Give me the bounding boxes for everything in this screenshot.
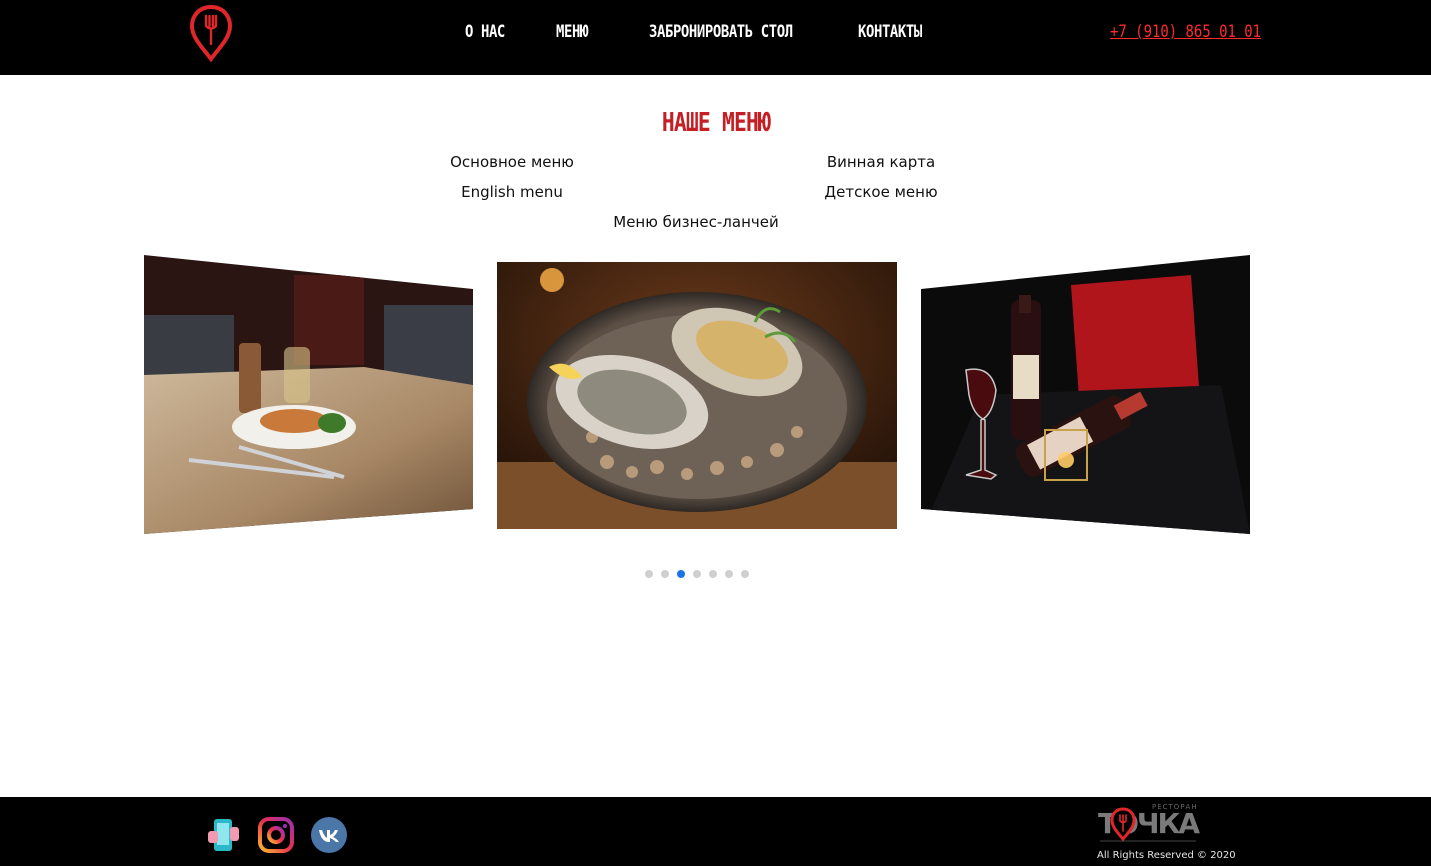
site-header: О НАС МЕНЮ ЗАБРОНИРОВАТЬ СТОЛ КОНТАКТЫ +… — [0, 0, 1431, 75]
menu-link-kids[interactable]: Детское меню — [771, 183, 991, 201]
app-icon[interactable] — [206, 817, 242, 853]
carousel-dot[interactable] — [693, 570, 701, 578]
instagram-icon[interactable] — [258, 817, 294, 853]
nav-item-menu[interactable]: МЕНЮ — [556, 22, 588, 42]
nav-item-contacts[interactable]: КОНТАКТЫ — [858, 22, 922, 42]
brand-logo[interactable]: РЕСТОРАН ТОЧКА — [1096, 803, 1200, 847]
slide-oysters[interactable] — [497, 262, 897, 529]
nav-item-about[interactable]: О НАС — [465, 22, 505, 42]
menu-link-main[interactable]: Основное меню — [402, 153, 622, 171]
carousel-dot[interactable] — [709, 570, 717, 578]
site-footer: РЕСТОРАН ТОЧКА All Rights Reserved © 202… — [0, 797, 1431, 866]
carousel-dot[interactable] — [677, 570, 685, 578]
carousel-dot[interactable] — [661, 570, 669, 578]
menu-link-english[interactable]: English menu — [402, 183, 622, 201]
carousel-dot[interactable] — [725, 570, 733, 578]
slide-wine[interactable] — [921, 255, 1250, 534]
section-title: НАШЕ МЕНЮ — [0, 108, 1431, 138]
menu-link-business-lunch[interactable]: Меню бизнес-ланчей — [586, 213, 806, 231]
carousel-dot[interactable] — [741, 570, 749, 578]
brand-pin-icon — [1110, 807, 1136, 841]
menu-link-wine[interactable]: Винная карта — [771, 153, 991, 171]
vk-icon[interactable] — [311, 817, 347, 853]
section-title-text: НАШЕ МЕНЮ — [661, 108, 770, 138]
nav-item-book-table[interactable]: ЗАБРОНИРОВАТЬ СТОЛ — [649, 22, 793, 42]
carousel-dot[interactable] — [645, 570, 653, 578]
slide-plated-dish[interactable] — [144, 255, 473, 534]
phone-link[interactable]: +7 (910) 865 01 01 — [1110, 22, 1261, 42]
copyright-text: All Rights Reserved © 2020 — [1097, 850, 1236, 861]
